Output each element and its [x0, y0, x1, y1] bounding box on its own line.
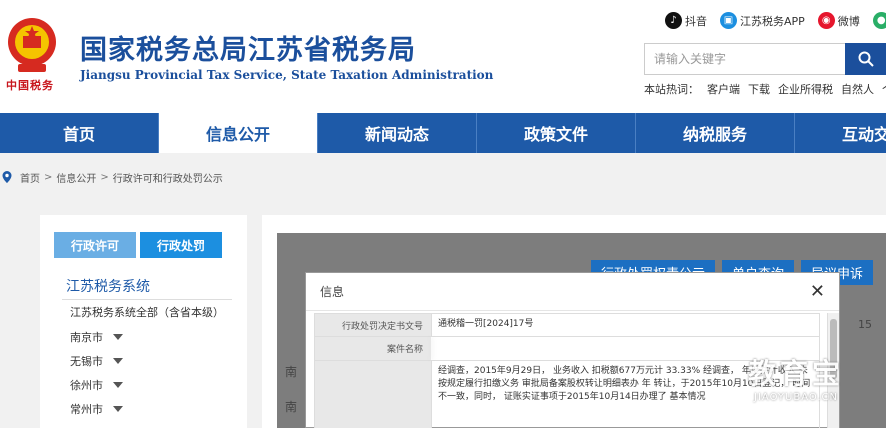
detail-key: [315, 361, 431, 428]
watermark: 教育宝 JIAOYUBAO.CN: [748, 352, 844, 403]
city-item-changzhou[interactable]: 常州市: [70, 397, 123, 421]
douyin-icon: ♪: [665, 12, 682, 29]
dialog-title: 信息: [320, 285, 345, 299]
breadcrumb-separator: >: [100, 171, 109, 183]
info-dialog: 信息 ✕ 行政处罚决定书文号 通税稽一罚[2024]17号 案件名称 经调查，2…: [305, 272, 840, 428]
table-row: 南: [285, 400, 298, 414]
divider: [62, 299, 232, 300]
weibo-link[interactable]: ◉ 微博: [817, 12, 860, 29]
tab-admin-license[interactable]: 行政许可: [54, 232, 136, 258]
caret-down-icon: [113, 358, 123, 364]
caret-down-icon: [113, 382, 123, 388]
breadcrumb-separator: >: [44, 171, 53, 183]
douyin-link[interactable]: ♪ 抖音: [665, 12, 707, 29]
search-button[interactable]: [845, 43, 886, 75]
site-title[interactable]: 国家税务总局江苏省税务局: [80, 28, 416, 67]
nav-home[interactable]: 首页: [0, 113, 159, 153]
brand-mark: 中国税务: [6, 79, 54, 92]
wechat-icon: ●: [872, 12, 886, 29]
breadcrumb-current: 行政许可和行政处罚公示: [112, 173, 223, 185]
tab-admin-penalty[interactable]: 行政处罚: [140, 232, 222, 258]
system-title: 江苏税务系统: [66, 279, 150, 295]
hot-word[interactable]: 客户端: [707, 81, 740, 97]
hot-word[interactable]: 企业所得税: [778, 81, 833, 97]
city-list: 南京市 无锡市 徐州市 常州市: [70, 325, 123, 421]
nav-news[interactable]: 新闻动态: [318, 113, 477, 153]
main-nav: 首页 信息公开 新闻动态 政策文件 纳税服务 互动交流: [0, 113, 886, 153]
search-bar: [644, 43, 886, 75]
row-number: 15: [858, 318, 872, 331]
breadcrumb-info[interactable]: 信息公开: [56, 170, 96, 185]
top-links: ♪ 抖音 ▣ 江苏税务APP ◉ 微博 ●: [665, 12, 886, 29]
detail-row: 经调查，2015年9月29日， 业务收入 扣税额677万元计 33.33% 经调…: [314, 361, 820, 428]
search-icon: [858, 51, 874, 67]
city-item-nanjing[interactable]: 南京市: [70, 325, 123, 349]
detail-key: 案件名称: [315, 337, 431, 360]
watermark-url: JIAOYUBAO.CN: [754, 392, 838, 403]
sidebar-tabs: 行政许可 行政处罚: [54, 232, 222, 258]
table-row: 南: [285, 365, 298, 379]
search-input[interactable]: [644, 43, 845, 75]
detail-key: 行政处罚决定书文号: [315, 314, 431, 336]
left-sidebar: 行政许可 行政处罚 江苏税务系统 江苏税务系统全部（含省本级） 南京市 无锡市 …: [40, 215, 247, 428]
wechat-link[interactable]: ●: [872, 12, 886, 29]
watermark-text: 教育宝: [748, 357, 845, 390]
dialog-header: 信息 ✕: [306, 273, 839, 311]
app-link[interactable]: ▣ 江苏税务APP: [720, 12, 805, 29]
close-icon[interactable]: ✕: [810, 281, 825, 302]
national-emblem-icon: [8, 18, 56, 72]
caret-down-icon: [113, 334, 123, 340]
location-pin-icon: [2, 171, 12, 183]
caret-down-icon: [113, 406, 123, 412]
city-item-wuxi[interactable]: 无锡市: [70, 349, 123, 373]
system-all-link[interactable]: 江苏税务系统全部（含省本级）: [70, 304, 224, 320]
site-subtitle: Jiangsu Provincial Tax Service, State Ta…: [80, 68, 494, 82]
breadcrumb: 首页 > 信息公开 > 行政许可和行政处罚公示: [0, 167, 223, 187]
nav-tax-service[interactable]: 纳税服务: [636, 113, 795, 153]
detail-row: 案件名称: [314, 337, 820, 361]
nav-policy[interactable]: 政策文件: [477, 113, 636, 153]
dialog-body: 行政处罚决定书文号 通税稽一罚[2024]17号 案件名称 经调查，2015年9…: [314, 313, 820, 428]
detail-value: 通税稽一罚[2024]17号: [431, 314, 819, 336]
hot-word[interactable]: 下载: [748, 81, 770, 97]
weibo-icon: ◉: [817, 12, 835, 29]
breadcrumb-home[interactable]: 首页: [20, 170, 40, 185]
app-icon: ▣: [720, 12, 737, 29]
city-item-xuzhou[interactable]: 徐州市: [70, 373, 123, 397]
hot-words: 本站热词： 客户端 下载 企业所得税 自然人 个: [644, 81, 886, 97]
nav-interaction[interactable]: 互动交流: [795, 113, 886, 153]
detail-row: 行政处罚决定书文号 通税稽一罚[2024]17号: [314, 313, 820, 337]
site-header: 中国税务 国家税务总局江苏省税务局 Jiangsu Provincial Tax…: [0, 0, 886, 113]
hot-word[interactable]: 自然人: [841, 81, 874, 97]
hot-word[interactable]: 个: [882, 81, 886, 97]
hot-label: 本站热词：: [644, 83, 699, 96]
nav-info-public[interactable]: 信息公开: [159, 113, 318, 153]
